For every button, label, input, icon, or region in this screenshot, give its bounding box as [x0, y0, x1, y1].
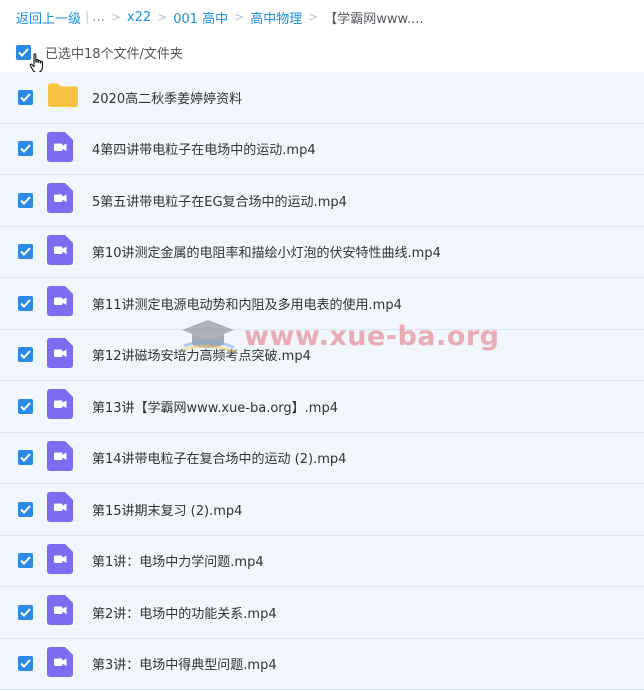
file-row[interactable]: 第11讲测定电源电动势和内阻及多用电表的使用.mp4 [0, 278, 644, 330]
check-icon [20, 350, 31, 360]
folder-icon [48, 83, 78, 108]
check-icon [20, 247, 31, 257]
file-list: 2020高二秋季姜婷婷资料 4第四讲带电粒子在电场中的运动.mp4 5第五讲带电粒子… [0, 72, 644, 690]
check-icon [18, 47, 29, 57]
breadcrumb-divider: | [85, 9, 90, 25]
file-type-icon [47, 595, 73, 629]
file-row[interactable]: 第2讲：电场中的功能关系.mp4 [0, 587, 644, 639]
row-checkbox[interactable] [18, 604, 33, 620]
file-row[interactable]: 2020高二秋季姜婷婷资料 [0, 72, 644, 124]
file-name[interactable]: 5第五讲带电粒子在EG复合场中的运动.mp4 [92, 191, 347, 210]
file-type-icon [47, 82, 79, 112]
check-icon [20, 505, 31, 514]
row-checkbox[interactable] [18, 656, 33, 672]
file-type-icon [47, 492, 73, 526]
video-file-icon [47, 646, 73, 677]
file-row[interactable]: 4第四讲带电粒子在电场中的运动.mp4 [0, 123, 644, 175]
video-file-icon [47, 337, 73, 368]
check-icon [20, 402, 31, 411]
video-file-icon [47, 595, 73, 626]
video-file-icon [47, 440, 73, 471]
file-type-icon [47, 183, 73, 217]
file-row[interactable]: 第10讲测定金属的电阻率和描绘小灯泡的伏安特性曲线.mp4 [0, 226, 644, 278]
file-name[interactable]: 第11讲测定电源电动势和内阻及多用电表的使用.mp4 [92, 294, 402, 313]
file-name[interactable]: 第3讲：电场中得典型问题.mp4 [92, 654, 277, 673]
file-name[interactable]: 第10讲测定金属的电阻率和描绘小灯泡的伏安特性曲线.mp4 [92, 242, 441, 261]
breadcrumb-ellipsis[interactable]: ... [92, 10, 104, 25]
row-checkbox[interactable] [18, 141, 33, 157]
check-icon [20, 93, 31, 102]
row-checkbox[interactable] [18, 347, 33, 363]
video-file-icon [47, 389, 73, 420]
file-name[interactable]: 第13讲【学霸网www.xue-ba.org】.mp4 [92, 397, 338, 416]
breadcrumb-item-physics[interactable]: 高中物理 [250, 8, 302, 27]
file-row[interactable]: 第15讲期末复习 (2).mp4 [0, 484, 644, 536]
file-type-icon [47, 286, 73, 320]
check-icon [20, 196, 31, 205]
video-file-icon [47, 131, 73, 162]
video-file-icon [47, 492, 73, 523]
row-checkbox[interactable] [18, 398, 33, 414]
video-file-icon [47, 543, 73, 574]
file-name[interactable]: 第12讲磁场安培力高频考点突破.mp4 [92, 345, 311, 364]
row-checkbox[interactable] [18, 501, 33, 517]
file-name[interactable]: 第15讲期末复习 (2).mp4 [92, 500, 242, 519]
file-row[interactable]: 第1讲：电场中力学问题.mp4 [0, 535, 644, 587]
file-type-icon [47, 337, 73, 372]
chevron-right-icon: > [110, 10, 121, 24]
back-link[interactable]: 返回上一级 [16, 8, 81, 27]
file-type-icon [47, 440, 73, 475]
check-icon [20, 144, 31, 154]
row-checkbox[interactable] [18, 89, 33, 105]
breadcrumb-current: 【学霸网www.... [324, 11, 424, 27]
file-type-icon [47, 646, 73, 681]
file-row[interactable]: 第13讲【学霸网www.xue-ba.org】.mp4 [0, 381, 644, 433]
file-name[interactable]: 第2讲：电场中的功能关系.mp4 [92, 603, 277, 622]
row-checkbox[interactable] [18, 553, 33, 569]
file-type-icon [47, 234, 73, 269]
file-row[interactable]: 5第五讲带电粒子在EG复合场中的运动.mp4 [0, 175, 644, 227]
row-checkbox[interactable] [18, 192, 33, 208]
video-file-icon [47, 183, 73, 214]
breadcrumb: 返回上一级 | ... > x22 > 001 高中 > 高中物理 > 【学霸网… [16, 8, 424, 27]
selection-count: 已选中18个文件/文件夹 [45, 46, 183, 62]
file-name[interactable]: 第1讲：电场中力学问题.mp4 [92, 551, 264, 570]
check-icon [20, 299, 31, 308]
row-checkbox[interactable] [18, 244, 33, 260]
file-type-icon [47, 389, 73, 423]
breadcrumb-item-high-school[interactable]: 001 高中 [173, 8, 228, 27]
row-checkbox[interactable] [18, 295, 33, 311]
file-row[interactable]: 第12讲磁场安培力高频考点突破.mp4 [0, 329, 644, 381]
chevron-right-icon: > [308, 10, 319, 24]
check-icon [20, 659, 31, 669]
file-name[interactable]: 4第四讲带电粒子在电场中的运动.mp4 [92, 139, 316, 158]
file-row[interactable]: 第3讲：电场中得典型问题.mp4 [0, 638, 644, 690]
file-name[interactable]: 第14讲带电粒子在复合场中的运动 (2).mp4 [92, 448, 346, 467]
video-file-icon [47, 234, 73, 265]
breadcrumb-item-x22[interactable]: x22 [127, 10, 151, 25]
chevron-right-icon: > [157, 10, 168, 24]
check-icon [20, 556, 31, 566]
file-row[interactable]: 第14讲带电粒子在复合场中的运动 (2).mp4 [0, 432, 644, 484]
video-file-icon [47, 286, 73, 317]
chevron-right-icon: > [234, 10, 245, 24]
file-type-icon [47, 131, 73, 166]
check-icon [20, 453, 31, 463]
check-icon [20, 608, 31, 617]
file-type-icon [47, 543, 73, 578]
row-checkbox[interactable] [18, 450, 33, 466]
file-name[interactable]: 2020高二秋季姜婷婷资料 [92, 88, 242, 107]
